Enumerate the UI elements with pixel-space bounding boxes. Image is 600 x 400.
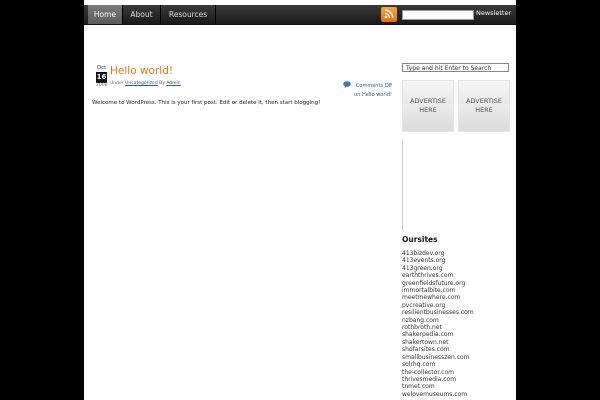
post-author-link[interactable]: Admin: [166, 81, 180, 86]
site-link[interactable]: rothbroth.net: [402, 324, 474, 331]
search-input[interactable]: Type and hit Enter to Search: [402, 63, 509, 72]
site-link[interactable]: welovemuseums.com: [402, 391, 474, 398]
site-link[interactable]: 413events.org: [402, 257, 474, 264]
sidebar-divider: [402, 140, 403, 230]
rss-icon[interactable]: [381, 7, 397, 22]
site-link[interactable]: shakertown.net: [402, 339, 474, 346]
post-meta-under: Under: [110, 81, 124, 86]
post-date-month: Oct: [96, 65, 107, 71]
site-link[interactable]: meetmewhere.com: [402, 294, 474, 301]
comment-bubble-icon: [343, 81, 351, 88]
site-link[interactable]: shakerpedia.com: [402, 331, 474, 338]
post-comments: Comments Off on Hello world!: [352, 82, 392, 100]
advertise-box-2[interactable]: ADVERTISE HERE: [458, 80, 510, 132]
post-date-year: 2008: [96, 83, 108, 88]
site-link[interactable]: smallbusinesszen.com: [402, 354, 474, 361]
site-link[interactable]: tnmet.com: [402, 383, 474, 390]
site-link[interactable]: immortalbite.com: [402, 287, 474, 294]
site-link[interactable]: nzbang.com: [402, 317, 474, 324]
site-link[interactable]: pvcreative.org: [402, 302, 474, 309]
post-meta: Under Uncategorized By Admin: [110, 81, 181, 86]
ad-line-1: ADVERTISE: [465, 97, 503, 105]
site-link[interactable]: solrhq.com: [402, 361, 474, 368]
oursites-heading: Oursites: [402, 235, 438, 244]
post-body: Welcome to WordPress. This is your first…: [92, 100, 321, 106]
site-link[interactable]: resilientbusinesses.com: [402, 309, 474, 316]
ad-line-2: HERE: [475, 106, 493, 114]
site-link[interactable]: shofarsites.com: [402, 346, 474, 353]
ad-line-1: ADVERTISE: [409, 97, 447, 105]
nav-item-about[interactable]: About: [123, 5, 161, 24]
site-link[interactable]: earththrives.com: [402, 272, 474, 279]
site-link[interactable]: greenfieldsfuture.org: [402, 280, 474, 287]
comments-status: Comments Off: [355, 83, 392, 89]
post-date-day: 16: [96, 72, 107, 83]
newsletter-input[interactable]: [402, 10, 474, 20]
site-link[interactable]: 413bizdev.org: [402, 250, 474, 257]
post-meta-by: By: [159, 81, 165, 86]
comments-post-link[interactable]: on Hello world!: [352, 91, 392, 100]
site-link[interactable]: thrivesmedia.com: [402, 376, 474, 383]
newsletter-button[interactable]: Newsletter: [476, 9, 511, 17]
post-title[interactable]: Hello world!: [110, 65, 173, 77]
oursites-list: 413bizdev.org 413events.org 413green.org…: [402, 250, 474, 398]
nav-item-resources[interactable]: Resources: [161, 5, 216, 24]
top-nav: Home About Resources Newsletter: [84, 5, 516, 25]
post-date: Oct 16 2008: [96, 65, 107, 89]
post-category-link[interactable]: Uncategorized: [125, 81, 158, 86]
site-link[interactable]: 413green.org: [402, 265, 474, 272]
site-link[interactable]: the-collector.com: [402, 369, 474, 376]
nav-item-home[interactable]: Home: [88, 5, 123, 24]
ad-line-2: HERE: [419, 106, 437, 114]
advertise-box-1[interactable]: ADVERTISE HERE: [402, 80, 454, 132]
